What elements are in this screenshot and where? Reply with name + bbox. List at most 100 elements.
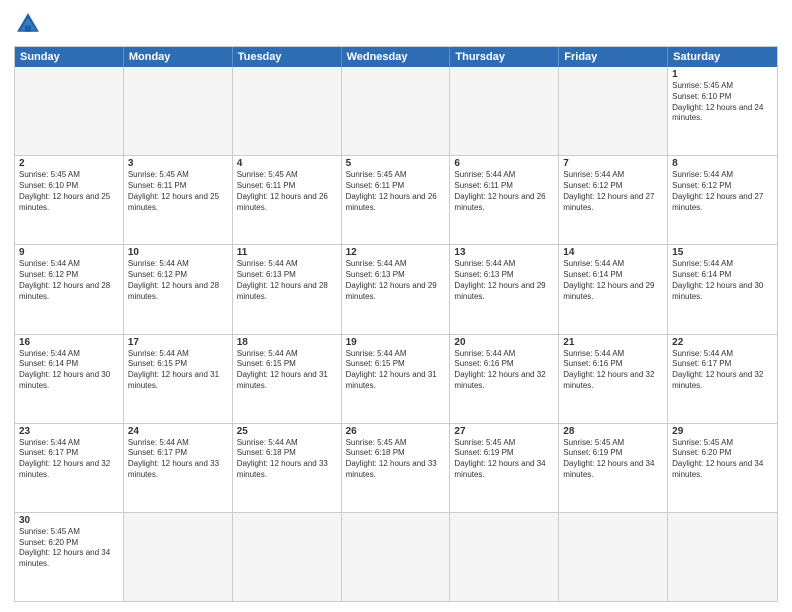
- page: SundayMondayTuesdayWednesdayThursdayFrid…: [0, 0, 792, 612]
- calendar-cell: 3Sunrise: 5:45 AM Sunset: 6:11 PM Daylig…: [124, 156, 233, 244]
- cell-info: Sunrise: 5:44 AM Sunset: 6:17 PM Dayligh…: [19, 438, 119, 481]
- calendar-row-1: 2Sunrise: 5:45 AM Sunset: 6:10 PM Daylig…: [15, 156, 777, 245]
- calendar-cell: [233, 513, 342, 601]
- day-number: 29: [672, 426, 773, 437]
- calendar-cell: [124, 513, 233, 601]
- day-number: 9: [19, 247, 119, 258]
- header: [14, 10, 778, 38]
- cell-info: Sunrise: 5:45 AM Sunset: 6:18 PM Dayligh…: [346, 438, 446, 481]
- calendar-cell: 26Sunrise: 5:45 AM Sunset: 6:18 PM Dayli…: [342, 424, 451, 512]
- calendar-cell: 6Sunrise: 5:44 AM Sunset: 6:11 PM Daylig…: [450, 156, 559, 244]
- cal-header-monday: Monday: [124, 47, 233, 67]
- day-number: 7: [563, 158, 663, 169]
- calendar-row-5: 30Sunrise: 5:45 AM Sunset: 6:20 PM Dayli…: [15, 513, 777, 601]
- day-number: 12: [346, 247, 446, 258]
- calendar-cell: [450, 67, 559, 155]
- cell-info: Sunrise: 5:44 AM Sunset: 6:12 PM Dayligh…: [563, 170, 663, 213]
- day-number: 6: [454, 158, 554, 169]
- calendar-body: 1 Sunrise: 5:45 AM Sunset: 6:10 PM Daylig…: [15, 67, 777, 601]
- calendar-cell: [233, 67, 342, 155]
- day-number: 1: [672, 69, 773, 80]
- cell-info: Sunrise: 5:45 AM Sunset: 6:19 PM Dayligh…: [563, 438, 663, 481]
- calendar-cell: 11Sunrise: 5:44 AM Sunset: 6:13 PM Dayli…: [233, 245, 342, 333]
- day-number: 16: [19, 337, 119, 348]
- day-number: 21: [563, 337, 663, 348]
- calendar-cell: 24Sunrise: 5:44 AM Sunset: 6:17 PM Dayli…: [124, 424, 233, 512]
- cell-info: Sunrise: 5:44 AM Sunset: 6:11 PM Dayligh…: [454, 170, 554, 213]
- logo: [14, 10, 46, 38]
- day-number: 30: [19, 515, 119, 526]
- day-number: 28: [563, 426, 663, 437]
- cell-info: Sunrise: 5:44 AM Sunset: 6:17 PM Dayligh…: [672, 349, 773, 392]
- cell-info: Sunrise: 5:45 AM Sunset: 6:11 PM Dayligh…: [237, 170, 337, 213]
- calendar-cell: [342, 67, 451, 155]
- calendar-cell: 18Sunrise: 5:44 AM Sunset: 6:15 PM Dayli…: [233, 335, 342, 423]
- calendar-row-2: 9Sunrise: 5:44 AM Sunset: 6:12 PM Daylig…: [15, 245, 777, 334]
- calendar-cell: [450, 513, 559, 601]
- calendar-cell: 10Sunrise: 5:44 AM Sunset: 6:12 PM Dayli…: [124, 245, 233, 333]
- cell-info: Sunrise: 5:44 AM Sunset: 6:13 PM Dayligh…: [454, 259, 554, 302]
- calendar-cell: 16Sunrise: 5:44 AM Sunset: 6:14 PM Dayli…: [15, 335, 124, 423]
- cal-header-friday: Friday: [559, 47, 668, 67]
- cell-info: Sunrise: 5:44 AM Sunset: 6:14 PM Dayligh…: [563, 259, 663, 302]
- cell-info: Sunrise: 5:45 AM Sunset: 6:11 PM Dayligh…: [128, 170, 228, 213]
- cell-info: Sunrise: 5:44 AM Sunset: 6:16 PM Dayligh…: [454, 349, 554, 392]
- day-number: 20: [454, 337, 554, 348]
- calendar-cell: [342, 513, 451, 601]
- cell-info: Sunrise: 5:44 AM Sunset: 6:13 PM Dayligh…: [346, 259, 446, 302]
- cell-info: Sunrise: 5:45 AM Sunset: 6:19 PM Dayligh…: [454, 438, 554, 481]
- day-number: 11: [237, 247, 337, 258]
- cell-info: Sunrise: 5:44 AM Sunset: 6:12 PM Dayligh…: [672, 170, 773, 213]
- calendar-header-row: SundayMondayTuesdayWednesdayThursdayFrid…: [15, 47, 777, 67]
- cal-header-tuesday: Tuesday: [233, 47, 342, 67]
- day-number: 22: [672, 337, 773, 348]
- calendar-cell: 5Sunrise: 5:45 AM Sunset: 6:11 PM Daylig…: [342, 156, 451, 244]
- day-number: 27: [454, 426, 554, 437]
- calendar-cell: 28Sunrise: 5:45 AM Sunset: 6:19 PM Dayli…: [559, 424, 668, 512]
- calendar-cell: [559, 513, 668, 601]
- calendar-cell: 14Sunrise: 5:44 AM Sunset: 6:14 PM Dayli…: [559, 245, 668, 333]
- day-number: 8: [672, 158, 773, 169]
- calendar-cell: 7Sunrise: 5:44 AM Sunset: 6:12 PM Daylig…: [559, 156, 668, 244]
- cell-info: Sunrise: 5:44 AM Sunset: 6:15 PM Dayligh…: [346, 349, 446, 392]
- calendar-cell: [15, 67, 124, 155]
- cell-info: Sunrise: 5:44 AM Sunset: 6:17 PM Dayligh…: [128, 438, 228, 481]
- cell-info: Sunrise: 5:44 AM Sunset: 6:15 PM Dayligh…: [237, 349, 337, 392]
- cell-info: Sunrise: 5:44 AM Sunset: 6:16 PM Dayligh…: [563, 349, 663, 392]
- day-number: 18: [237, 337, 337, 348]
- calendar-cell: 22Sunrise: 5:44 AM Sunset: 6:17 PM Dayli…: [668, 335, 777, 423]
- calendar-cell: 13Sunrise: 5:44 AM Sunset: 6:13 PM Dayli…: [450, 245, 559, 333]
- calendar-cell: 23Sunrise: 5:44 AM Sunset: 6:17 PM Dayli…: [15, 424, 124, 512]
- day-number: 3: [128, 158, 228, 169]
- calendar-cell: 21Sunrise: 5:44 AM Sunset: 6:16 PM Dayli…: [559, 335, 668, 423]
- day-number: 26: [346, 426, 446, 437]
- day-number: 17: [128, 337, 228, 348]
- cell-info: Sunrise: 5:45 AM Sunset: 6:20 PM Dayligh…: [19, 527, 119, 570]
- day-number: 23: [19, 426, 119, 437]
- calendar-cell: 12Sunrise: 5:44 AM Sunset: 6:13 PM Dayli…: [342, 245, 451, 333]
- cal-header-saturday: Saturday: [668, 47, 777, 67]
- day-number: 19: [346, 337, 446, 348]
- calendar-cell: 1Sunrise: 5:45 AM Sunset: 6:10 PM Daylig…: [668, 67, 777, 155]
- day-number: 10: [128, 247, 228, 258]
- cell-info: Sunrise: 5:44 AM Sunset: 6:12 PM Dayligh…: [19, 259, 119, 302]
- cell-info: Sunrise: 5:44 AM Sunset: 6:14 PM Dayligh…: [672, 259, 773, 302]
- cell-info: Sunrise: 5:45 AM Sunset: 6:20 PM Dayligh…: [672, 438, 773, 481]
- calendar-cell: 19Sunrise: 5:44 AM Sunset: 6:15 PM Dayli…: [342, 335, 451, 423]
- calendar-row-4: 23Sunrise: 5:44 AM Sunset: 6:17 PM Dayli…: [15, 424, 777, 513]
- day-number: 5: [346, 158, 446, 169]
- calendar-row-3: 16Sunrise: 5:44 AM Sunset: 6:14 PM Dayli…: [15, 335, 777, 424]
- calendar-cell: [668, 513, 777, 601]
- day-number: 14: [563, 247, 663, 258]
- cell-info: Sunrise: 5:45 AM Sunset: 6:10 PM Dayligh…: [19, 170, 119, 213]
- calendar-cell: 27Sunrise: 5:45 AM Sunset: 6:19 PM Dayli…: [450, 424, 559, 512]
- day-number: 24: [128, 426, 228, 437]
- cell-info: Sunrise: 5:44 AM Sunset: 6:13 PM Dayligh…: [237, 259, 337, 302]
- calendar-cell: 8Sunrise: 5:44 AM Sunset: 6:12 PM Daylig…: [668, 156, 777, 244]
- day-number: 2: [19, 158, 119, 169]
- calendar-row-0: 1Sunrise: 5:45 AM Sunset: 6:10 PM Daylig…: [15, 67, 777, 156]
- day-number: 13: [454, 247, 554, 258]
- calendar-cell: 4Sunrise: 5:45 AM Sunset: 6:11 PM Daylig…: [233, 156, 342, 244]
- day-number: 4: [237, 158, 337, 169]
- calendar-cell: 20Sunrise: 5:44 AM Sunset: 6:16 PM Dayli…: [450, 335, 559, 423]
